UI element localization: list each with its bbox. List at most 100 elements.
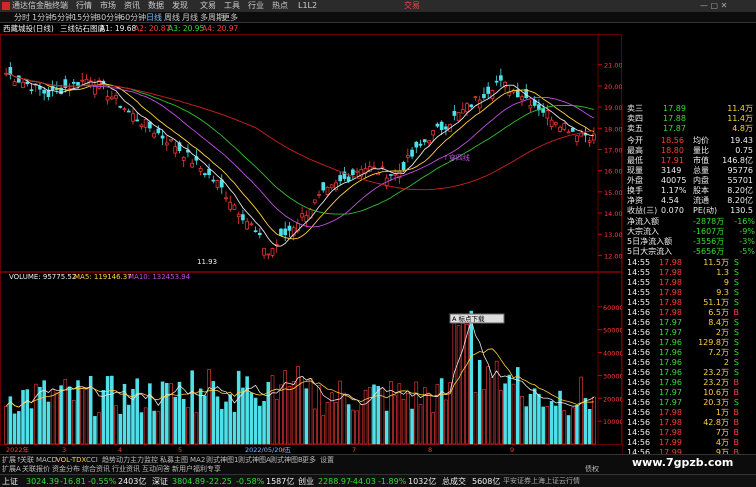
candle-body <box>173 146 178 154</box>
volume-bar <box>444 399 448 445</box>
volume-bar <box>203 395 207 445</box>
stat-value: 19.43 <box>730 136 753 145</box>
cy-index-label[interactable]: 创业 <box>298 475 314 487</box>
tick-time: 14:56 <box>627 358 651 367</box>
candle-body <box>236 213 241 218</box>
period-tab-5min[interactable]: 5分钟 <box>52 12 73 23</box>
menu-zixun[interactable]: 资讯 <box>124 0 140 12</box>
order-label: 卖四 <box>627 114 643 123</box>
volume-bar <box>321 415 326 445</box>
price-panel-border <box>0 34 622 272</box>
menu-hangqing[interactable]: 行情 <box>76 0 92 12</box>
volume-bar <box>253 397 258 445</box>
total-volume-value: 5608亿 <box>472 477 501 486</box>
trade-button[interactable]: 交易 <box>404 0 420 12</box>
volume-bar <box>545 406 550 445</box>
volume-bar <box>406 392 410 445</box>
candle-body <box>152 132 156 138</box>
candle-body <box>389 174 393 176</box>
subtab-industry[interactable]: 行业资讯 <box>112 464 140 474</box>
menu-faxian[interactable]: 发现 <box>172 0 188 12</box>
kline-chart-area[interactable]: 21.00 20.00 19.00 18.00 17.00 16.00 15.00 14.00… <box>0 34 622 454</box>
tick-direction: S <box>733 348 739 357</box>
indicator-name[interactable]: 三线钻石图底 <box>60 23 105 34</box>
period-tab-multi[interactable]: 多周期 <box>200 12 224 23</box>
volume-bar <box>241 387 245 445</box>
stat-row: 净资 4.54 流通 8.20亿 <box>623 196 756 206</box>
period-tab-weekly[interactable]: 周线 <box>164 12 180 23</box>
volume-bar <box>139 412 144 445</box>
subtab-news[interactable]: 综合资讯 <box>82 464 110 474</box>
candle-body <box>329 184 334 189</box>
volume-bar <box>414 381 419 445</box>
volume-popup[interactable]: A 标点下载 <box>449 313 505 324</box>
sh-index-label[interactable]: 上证 <box>2 475 18 487</box>
period-tab-1min[interactable]: 1分钟 <box>32 12 53 23</box>
volume-bar <box>427 394 431 445</box>
period-tab-daily[interactable]: 日线 <box>146 12 162 23</box>
menu-shichang[interactable]: 市场 <box>100 0 116 12</box>
candle-body <box>109 96 114 100</box>
candle-body <box>232 204 237 210</box>
news-ticker[interactable]: 平安证券上海上证云行情 <box>503 475 580 487</box>
volume-bar <box>38 386 42 445</box>
candle-body <box>215 180 220 188</box>
menu-wenyi[interactable]: 文易 <box>200 0 216 12</box>
volume-bar <box>249 392 254 445</box>
tick-row: 14:55 17.98 9.3 S <box>623 288 756 298</box>
candle-body <box>393 173 397 176</box>
period-tab-15min[interactable]: 15分钟 <box>72 12 98 23</box>
candle-body <box>135 119 140 122</box>
period-tab-more[interactable]: 更多 <box>222 12 238 23</box>
subtab-quote[interactable]: 关联报价 <box>22 464 50 474</box>
menu-l1l2[interactable]: L1L2 <box>298 0 317 12</box>
tick-direction: S <box>733 278 739 287</box>
tick-time: 14:56 <box>627 308 651 317</box>
volume-bar <box>186 407 190 445</box>
period-tab-fenshi[interactable]: 分时 <box>14 12 30 23</box>
volume-bar <box>97 412 101 445</box>
menu-gongju[interactable]: 工具 <box>224 0 240 12</box>
candle-body <box>126 110 131 113</box>
tick-price: 17.97 <box>659 318 682 327</box>
sh-index-pct: -0.55% <box>88 477 117 486</box>
candle-body <box>312 199 317 204</box>
period-tab-monthly[interactable]: 月线 <box>182 12 198 23</box>
tick-volume: 1.3 <box>716 268 729 277</box>
menu-hangye[interactable]: 行业 <box>248 0 264 12</box>
stat-value: 3149 <box>661 166 682 175</box>
volume-bar <box>393 395 397 445</box>
subtab-fund-dist[interactable]: 资金分布 <box>52 464 80 474</box>
tick-row: 14:56 17.97 10.6万 B <box>623 388 756 398</box>
period-tab-30min[interactable]: 30分钟 <box>96 12 122 23</box>
tick-volume: 1万 <box>715 408 729 417</box>
candle-body <box>321 182 326 191</box>
stat-row: 外盘 40075 内盘 55701 <box>623 176 756 186</box>
stat-label: 外盘 <box>627 176 643 185</box>
flow-row: 5日净流入额 -3556万 -3% <box>623 237 756 247</box>
window-controls[interactable]: — ▢ ✕ <box>700 0 727 12</box>
subtab-expand-a[interactable]: 扩展A <box>2 464 21 474</box>
stat-value: 8.20亿 <box>727 186 753 195</box>
tick-row: 14:55 17.98 9 S <box>623 278 756 288</box>
order-label: 卖五 <box>627 124 643 133</box>
sz-index-label[interactable]: 深证 <box>152 475 168 487</box>
candle-body <box>418 143 423 146</box>
menu-redian[interactable]: 热点 <box>272 0 288 12</box>
subtab-bond[interactable]: 债权 <box>585 464 599 474</box>
volume-header-ma5: MA5: 119146.37 <box>74 273 132 281</box>
subtab-welfare[interactable]: 新用户福利专享 <box>172 464 221 474</box>
volume-bar <box>25 389 30 445</box>
volume-bar <box>367 387 372 445</box>
candle-body <box>520 96 524 101</box>
period-tab-60min[interactable]: 60分钟 <box>120 12 146 23</box>
flow-label: 大宗流入 <box>627 227 659 236</box>
menu-shuju[interactable]: 数据 <box>148 0 164 12</box>
candle-body <box>25 81 30 85</box>
tick-time: 14:56 <box>627 338 651 347</box>
subtab-qa[interactable]: 互动问答 <box>142 464 170 474</box>
candle-body <box>575 135 579 142</box>
candle-body <box>224 197 228 200</box>
tick-row: 14:56 17.96 23.2万 B <box>623 378 756 388</box>
tick-price: 17.98 <box>659 288 682 297</box>
